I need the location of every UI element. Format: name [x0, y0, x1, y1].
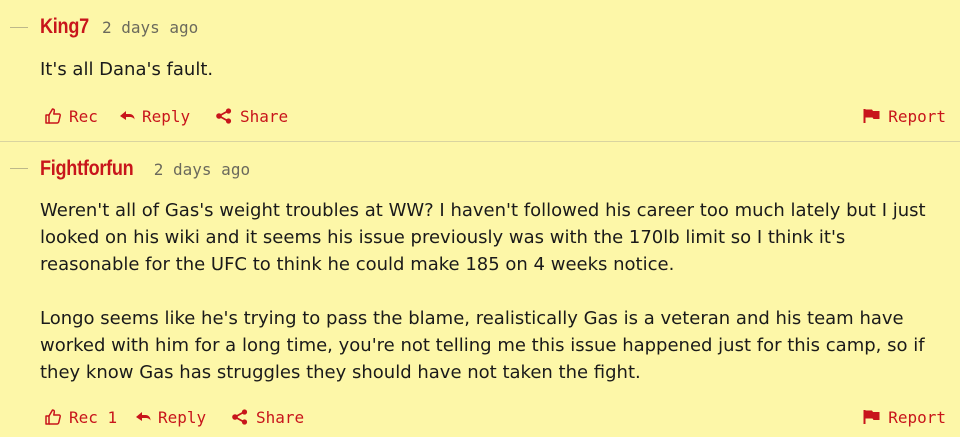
comment-author[interactable]: King7 — [40, 15, 89, 39]
comment-body: Weren't all of Gas's weight troubles at … — [40, 197, 940, 386]
share-icon — [232, 409, 248, 425]
thumbs-up-icon — [45, 108, 61, 124]
comment-body: It's all Dana's fault. — [40, 56, 940, 83]
report-button[interactable]: Report — [863, 405, 946, 429]
comment: King7 2 days ago It's all Dana's fault. … — [0, 0, 960, 141]
comment-meta: King7 2 days ago — [40, 15, 198, 39]
comment-author[interactable]: Fightforfun — [40, 157, 134, 181]
comment-timestamp: 2 days ago — [153, 160, 251, 179]
reply-button[interactable]: Reply — [119, 104, 190, 128]
rec-label: Rec — [69, 106, 98, 126]
share-label: Share — [240, 106, 289, 126]
comment-actions: Rec Reply Share Report — [44, 104, 946, 128]
comment-actions: Rec 1 Reply Share Report — [44, 405, 946, 429]
reply-button[interactable]: Reply — [135, 405, 206, 429]
report-label: Report — [888, 106, 946, 126]
share-button[interactable]: Share — [231, 405, 304, 429]
collapse-thread-toggle[interactable] — [10, 168, 28, 169]
flag-icon — [863, 109, 880, 123]
comment-meta: Fightforfun 2 days ago — [40, 157, 250, 181]
rec-label: Rec 1 — [69, 407, 118, 427]
share-icon — [216, 108, 232, 124]
comment-timestamp: 2 days ago — [101, 18, 199, 37]
reply-arrow-icon — [136, 412, 151, 421]
report-button[interactable]: Report — [863, 104, 946, 128]
reply-label: Reply — [142, 106, 191, 126]
rec-button[interactable]: Rec 1 — [44, 405, 117, 429]
comment: Fightforfun 2 days ago Weren't all of Ga… — [0, 141, 960, 437]
reply-arrow-icon — [120, 111, 135, 120]
comment-paragraph: Weren't all of Gas's weight troubles at … — [40, 200, 926, 275]
comment-paragraph: Longo seems like he's trying to pass the… — [40, 308, 925, 383]
report-label: Report — [888, 407, 946, 427]
flag-icon — [863, 410, 880, 424]
share-label: Share — [256, 407, 305, 427]
share-button[interactable]: Share — [215, 104, 288, 128]
rec-button[interactable]: Rec — [44, 104, 98, 128]
comment-paragraph: It's all Dana's fault. — [40, 59, 214, 80]
reply-label: Reply — [158, 407, 207, 427]
collapse-thread-toggle[interactable] — [10, 27, 28, 28]
thumbs-up-icon — [45, 409, 61, 425]
